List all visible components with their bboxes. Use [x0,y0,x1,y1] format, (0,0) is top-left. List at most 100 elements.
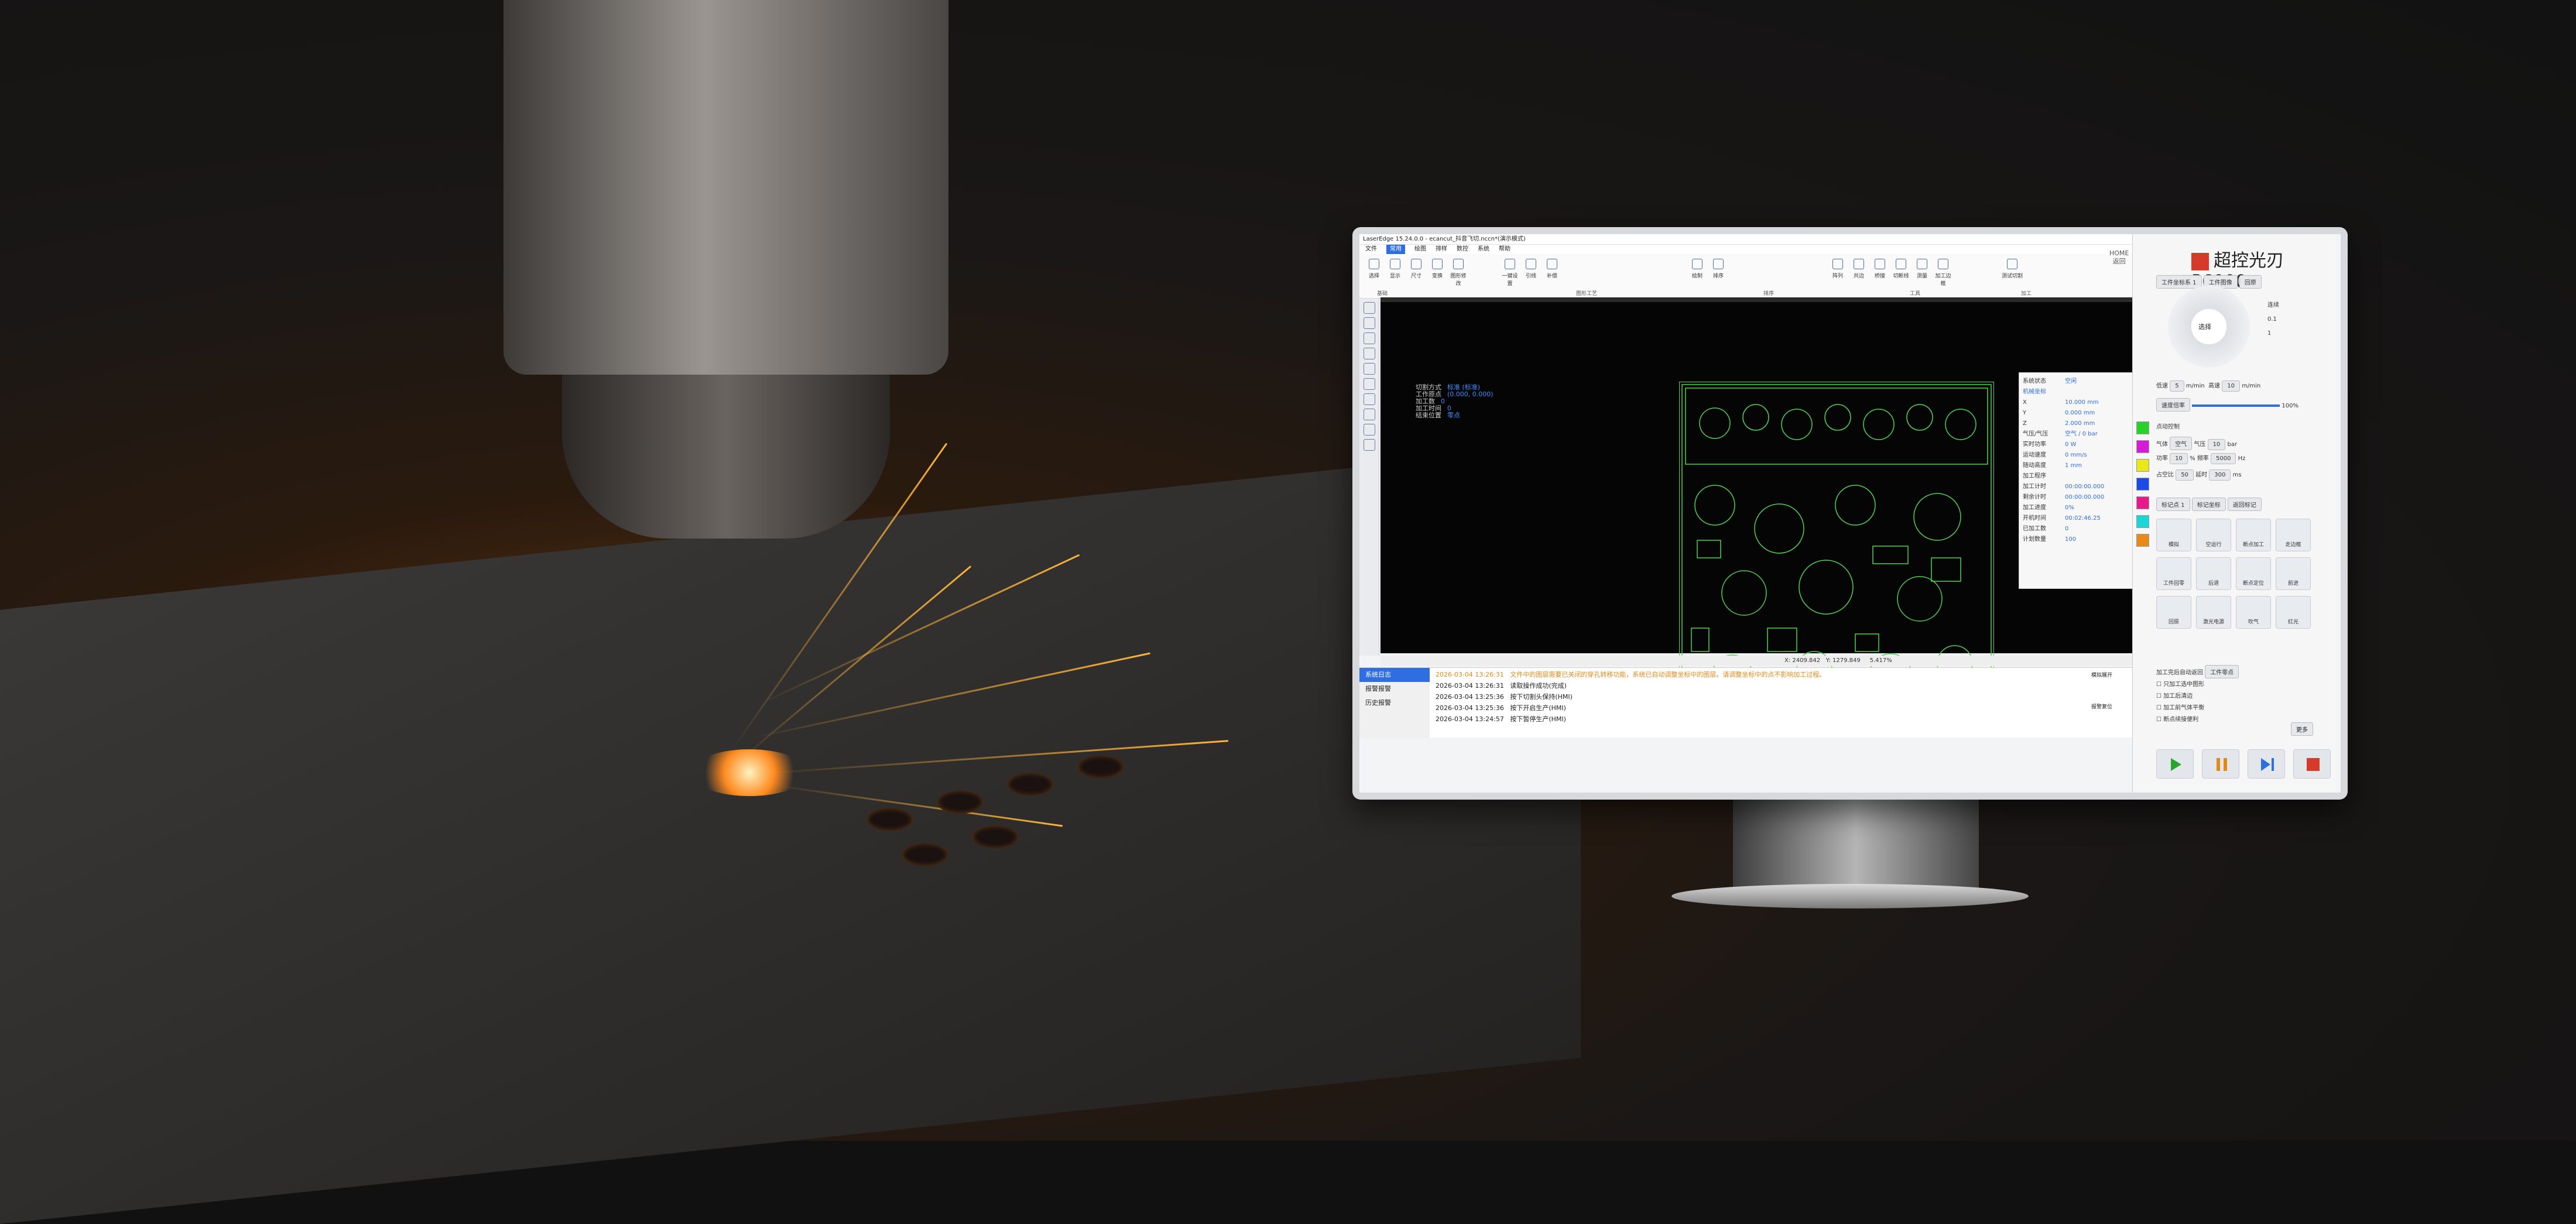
return-origin-button[interactable]: 回原 [2239,275,2262,289]
mark-coord-button[interactable]: 标记坐标 [2191,498,2226,511]
menu-nesting[interactable]: 排样 [1436,245,1447,254]
layer-swatch[interactable] [2136,534,2149,547]
start-button[interactable] [2156,749,2194,779]
resume-button[interactable] [2248,749,2285,779]
monitor-stand [1733,800,1979,893]
pan-tool[interactable] [1363,317,1375,329]
return-mark-button[interactable]: 返回标记 [2227,498,2262,511]
align-tool[interactable] [1363,439,1375,451]
freq-input[interactable]: 5000 [2211,453,2236,464]
step-continuous[interactable]: 连续 [2267,299,2279,313]
option-checkbox[interactable]: ☐ 加工前气体平衡 [2156,702,2204,714]
array-button[interactable]: 阵列 [1828,259,1848,284]
power-input[interactable]: 10 [2170,453,2188,464]
one-click-button[interactable]: 一键设置 [1500,259,1520,287]
simulate-button[interactable]: 模拟 [2156,519,2191,551]
coord-system-select[interactable]: 工件坐标系 1 [2156,275,2202,289]
jog-wheel[interactable]: 选择 [2168,286,2250,368]
lead-button[interactable]: 引线 [1521,259,1541,284]
cutting-glow [691,749,808,796]
layer-swatch[interactable] [2136,421,2149,434]
override-select[interactable]: 速度倍率 [2156,398,2190,412]
polygon-tool[interactable] [1363,378,1375,390]
cut-line-button[interactable]: 切断线 [1891,259,1911,284]
breakpoint-button[interactable]: 断点加工 [2236,519,2271,551]
test-cut-button[interactable]: 测试切割 [1998,259,2027,284]
x-coord: X: 2409.842 [1784,657,1821,664]
dry-run-button[interactable]: 空运行 [2196,519,2231,551]
cut-hole [902,843,948,866]
text-tool[interactable] [1363,393,1375,405]
compensate-button[interactable]: 补偿 [1542,259,1562,284]
layer-swatch[interactable] [2136,459,2149,472]
workpiece-zero-button[interactable]: 工件回零 [2156,557,2191,590]
low-speed-input[interactable]: 5 [2170,380,2184,392]
blow-button[interactable]: 吹气 [2236,596,2271,629]
pause-button[interactable] [2202,749,2239,779]
zoom-level[interactable]: 5.417% [1870,657,1892,664]
red-light-button[interactable]: 红光 [2276,596,2311,629]
tab-history[interactable]: 历史报警 [1359,696,1430,710]
stat-value: 0 W [2065,441,2077,448]
override-slider[interactable] [2192,404,2280,407]
sort-button[interactable]: 排序 [1708,259,1728,284]
select-button[interactable]: 选择 [1364,259,1384,284]
menu-cnc[interactable]: 数控 [1457,245,1468,254]
high-speed-input[interactable]: 10 [2222,380,2240,392]
draw-button[interactable]: 绘制 [1687,259,1707,284]
more-button[interactable]: 更多 [2291,722,2313,736]
mirror-tool[interactable] [1363,409,1375,420]
menu-draw[interactable]: 绘图 [1414,245,1426,254]
forward-button[interactable]: 前进 [2276,557,2311,590]
alarm-reset-button[interactable]: 报警复位 [2091,703,2112,711]
display-button[interactable]: 显示 [1385,259,1405,284]
backward-button[interactable]: 后退 [2196,557,2231,590]
circle-tool[interactable] [1363,348,1375,359]
info-value: 0 [1441,397,1445,405]
common-edge-button[interactable]: 共边 [1849,259,1869,284]
option-checkbox[interactable]: ☐ 加工后清边 [2156,691,2204,702]
laser-power-button[interactable]: 激光电源 [2196,596,2231,629]
breakpoint-locate-button[interactable]: 断点定位 [2236,557,2271,590]
delay-input[interactable]: 300 [2209,469,2231,481]
transform-button[interactable]: 变换 [1427,259,1447,284]
drawing-canvas[interactable]: 切割方式 标准 (标准) 工作原点 (0.000, 0.000) 加工数 0 加工时间… [1381,302,2136,721]
rect-tool[interactable] [1363,363,1375,375]
monitor-base [1671,884,2029,908]
duty-input[interactable]: 50 [2176,469,2194,481]
menu-file[interactable]: 文件 [1365,245,1377,254]
layer-swatch[interactable] [2136,440,2149,453]
step-01[interactable]: 0.1 [2267,313,2279,327]
measure-button[interactable]: 测量 [1912,259,1932,284]
layer-swatch[interactable] [2136,478,2149,491]
menu-system[interactable]: 系统 [1478,245,1489,254]
option-checkbox[interactable]: ☐ 断点续接便利 [2156,714,2204,726]
line-tool[interactable] [1363,332,1375,344]
bridge-button[interactable]: 桥接 [1870,259,1890,284]
rotate-tool[interactable] [1363,424,1375,436]
menu-common[interactable]: 常用 [1386,245,1405,254]
option-checkbox[interactable]: ☐ 只加工选中图形 [2156,679,2204,691]
mark-select[interactable]: 标记点 1 [2156,498,2190,511]
shape-modify-button[interactable]: 图形修改 [1448,259,1468,287]
simulate-expand-button[interactable]: 模拟展开 [2091,671,2112,680]
trace-frame-button[interactable]: 走边框 [2276,519,2311,551]
frame-button[interactable]: 加工边框 [1933,259,1953,287]
stop-button[interactable] [2293,749,2331,779]
menu-help[interactable]: 帮助 [1499,245,1510,254]
tab-system-log[interactable]: 系统日志 [1359,668,1430,682]
pointer-tool[interactable] [1363,302,1375,314]
layer-swatch[interactable] [2136,496,2149,509]
process-select[interactable]: 工件零点 [2205,665,2239,678]
origin-button[interactable]: 回原 [2156,596,2191,629]
home-button[interactable]: HOME 返回 [2109,249,2129,266]
gas-select[interactable]: 空气 [2170,437,2193,450]
step-1[interactable]: 1 [2267,327,2279,341]
tab-alarm[interactable]: 报警报警 [1359,682,1430,696]
coord-select[interactable]: 机械坐标 [2023,389,2046,395]
cut-hole [1007,773,1054,796]
pressure-input[interactable]: 10 [2207,439,2226,450]
jog-center[interactable]: 选择 [2198,322,2211,331]
layer-swatch[interactable] [2136,515,2149,528]
size-button[interactable]: 尺寸 [1406,259,1426,284]
